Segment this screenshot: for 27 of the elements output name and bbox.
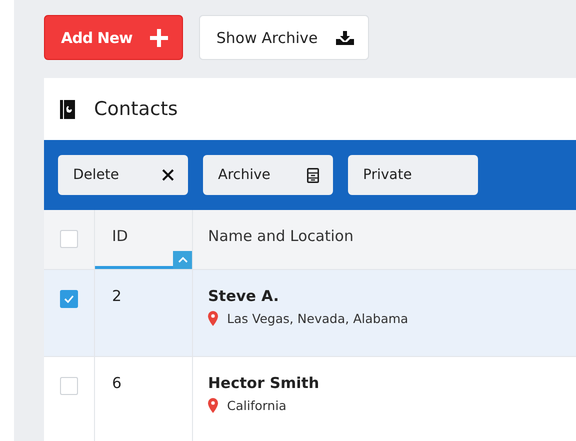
sort-ascending-icon[interactable] [173, 251, 192, 269]
toolbar-button[interactable]: Delete [58, 155, 188, 195]
column-header[interactable]: ID [112, 227, 128, 245]
id-cell: 2 [112, 287, 122, 305]
location-pin-icon [208, 311, 218, 326]
contact-name: Steve A. [208, 287, 280, 305]
check-icon [64, 295, 74, 303]
contact-name: Hector Smith [208, 374, 320, 392]
download-icon [336, 30, 354, 44]
card-title: Contacts [94, 98, 178, 120]
add-new-button[interactable]: Add New [44, 15, 184, 60]
location-pin-icon [208, 398, 218, 413]
toolbar-button[interactable]: Archive [203, 155, 333, 195]
id-cell: 6 [112, 374, 122, 392]
toolbar-button[interactable]: Private [348, 155, 478, 195]
plus-icon [150, 28, 168, 46]
show-archive-button[interactable]: Show Archive [199, 15, 369, 60]
close-icon [162, 169, 174, 181]
row-checkbox[interactable] [60, 377, 78, 395]
contact-location: California [227, 398, 286, 413]
select-all-checkbox[interactable] [60, 230, 78, 248]
archive-icon [307, 168, 319, 182]
table-row[interactable]: 2 Steve A. Las Vegas, Nevada, Alabama [44, 270, 576, 357]
contact-location: Las Vegas, Nevada, Alabama [227, 311, 408, 326]
row-checkbox[interactable] [60, 290, 78, 308]
address-book-icon [60, 100, 76, 118]
column-header[interactable]: Name and Location [208, 227, 354, 245]
